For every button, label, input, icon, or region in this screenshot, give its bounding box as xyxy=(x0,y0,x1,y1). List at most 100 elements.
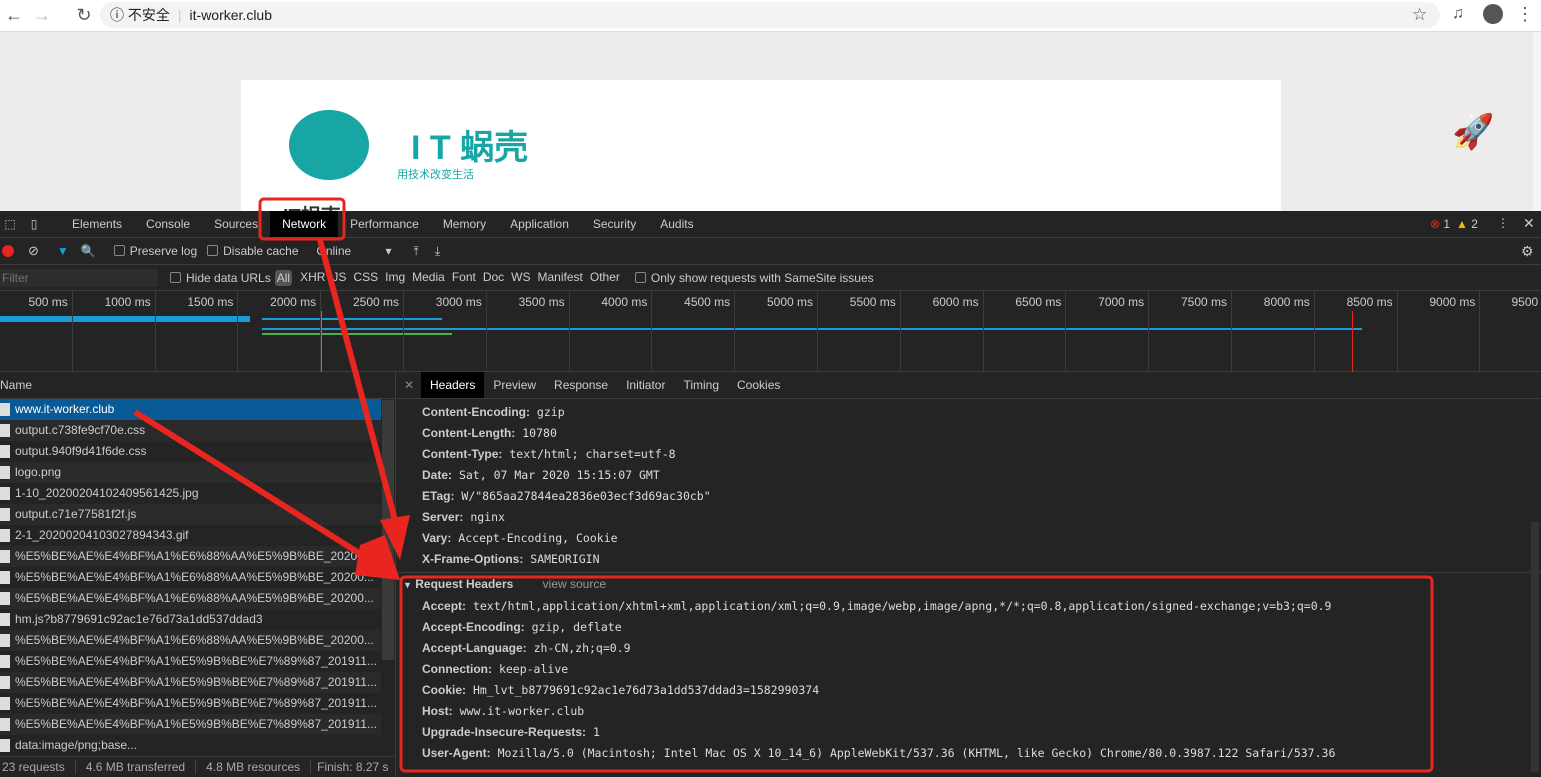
tab-network[interactable]: Network xyxy=(270,211,339,237)
import-har-icon[interactable]: ⤒ xyxy=(414,244,419,259)
request-row[interactable]: 1-10_20200204102409561425.jpg xyxy=(0,483,381,504)
detail-scrollbar[interactable] xyxy=(1531,522,1539,772)
tab-application[interactable]: Application xyxy=(498,211,581,237)
timeline-tick: 9500 xyxy=(1503,291,1541,372)
error-count[interactable]: ⊗ 1 xyxy=(1430,217,1450,231)
preserve-log-checkbox[interactable]: Preserve log xyxy=(113,244,197,258)
header-name: Upgrade-Insecure-Requests: xyxy=(422,725,587,739)
request-row[interactable]: %E5%BE%AE%E4%BF%A1%E5%9B%BE%E7%89%87_201… xyxy=(0,672,381,693)
detail-tab-headers[interactable]: Headers xyxy=(421,372,485,398)
filter-type-xhr[interactable]: XHR xyxy=(300,270,325,286)
timeline-overview[interactable]: 500 ms 1000 ms 1500 ms 2000 ms 2500 ms 3000 m… xyxy=(0,291,1541,372)
name-column-header[interactable]: Name xyxy=(0,372,395,399)
snail-logo-icon xyxy=(289,110,369,180)
filter-type-img[interactable]: Img xyxy=(385,270,405,286)
timeline-tick: 9000 ms xyxy=(1420,291,1481,372)
close-devtools-icon[interactable]: ✕ xyxy=(1523,215,1535,232)
filter-type-other[interactable]: Other xyxy=(590,270,620,286)
rocket-icon[interactable]: 🚀 xyxy=(1452,112,1494,152)
request-row[interactable]: %E5%BE%AE%E4%BF%A1%E5%9B%BE%E7%89%87_201… xyxy=(0,693,381,714)
page-scrollbar[interactable] xyxy=(1533,32,1541,211)
request-row[interactable]: %E5%BE%AE%E4%BF%A1%E5%9B%BE%E7%89%87_201… xyxy=(0,651,381,672)
filter-type-media[interactable]: Media xyxy=(412,270,445,286)
clear-icon[interactable]: ⊘ xyxy=(28,243,39,259)
tab-sources[interactable]: Sources xyxy=(202,211,270,237)
request-row[interactable]: %E5%BE%AE%E4%BF%A1%E6%88%AA%E5%9B%BE_202… xyxy=(0,588,381,609)
disable-cache-checkbox[interactable]: Disable cache xyxy=(207,244,299,258)
device-icon[interactable]: ▯ xyxy=(20,217,48,231)
filter-type-all[interactable]: All xyxy=(274,269,293,286)
timeline-tick: 3500 ms xyxy=(510,291,570,372)
header-name: Accept-Encoding: xyxy=(422,620,525,634)
detail-tab-response[interactable]: Response xyxy=(545,372,617,398)
tab-memory[interactable]: Memory xyxy=(431,211,498,237)
filter-type-ws[interactable]: WS xyxy=(511,270,530,286)
request-row[interactable]: %E5%BE%AE%E4%BF%A1%E6%88%AA%E5%9B%BE_202… xyxy=(0,630,381,651)
menu-icon[interactable]: ⋮ xyxy=(1516,4,1534,25)
record-icon[interactable] xyxy=(2,245,14,257)
detail-tab-preview[interactable]: Preview xyxy=(484,372,545,398)
tab-elements[interactable]: Elements xyxy=(60,211,134,237)
reload-icon[interactable]: ↻ xyxy=(70,5,98,26)
search-icon[interactable]: 🔍 xyxy=(81,244,96,258)
request-row[interactable]: output.c738fe9cf70e.css xyxy=(0,420,381,441)
header-row: Content-Length: 10780 xyxy=(397,423,1541,444)
page-card: I T 蜗壳 用技术改变生活 IT蜗壳 xyxy=(241,80,1281,211)
request-row[interactable]: data:image/png;base... xyxy=(0,735,381,756)
filter-type-css[interactable]: CSS xyxy=(353,270,378,286)
throttle-select[interactable]: Online ▾ xyxy=(317,244,392,258)
header-row: X-Frame-Options: SAMEORIGIN xyxy=(397,549,1541,570)
request-row[interactable]: %E5%BE%AE%E4%BF%A1%E5%9B%BE%E7%89%87_201… xyxy=(0,714,381,735)
timeline-tick: 8500 ms xyxy=(1338,291,1398,372)
request-name: 1-10_20200204102409561425.jpg xyxy=(15,486,199,500)
header-name: User-Agent: xyxy=(422,746,491,760)
request-row[interactable]: logo.png xyxy=(0,462,381,483)
filter-type-font[interactable]: Font xyxy=(452,270,476,286)
inspect-icon[interactable]: ⬚ xyxy=(0,217,20,231)
samesite-checkbox[interactable]: Only show requests with SameSite issues xyxy=(634,271,874,285)
tab-audits[interactable]: Audits xyxy=(648,211,705,237)
hide-data-urls-checkbox[interactable]: Hide data URLs xyxy=(170,271,271,285)
filter-input[interactable] xyxy=(0,268,158,287)
detail-tab-timing[interactable]: Timing xyxy=(674,372,728,398)
back-icon[interactable]: ← xyxy=(0,5,28,26)
filter-type-manifest[interactable]: Manifest xyxy=(538,270,583,286)
media-icon[interactable]: ♫ xyxy=(1452,5,1464,23)
request-name: output.940f9d41f6de.css xyxy=(15,444,147,458)
request-headers-section[interactable]: ▼ Request Headers view source xyxy=(397,572,1541,594)
timeline-tick: 5000 ms xyxy=(758,291,818,372)
list-scrollbar[interactable] xyxy=(382,400,394,660)
browser-toolbar: ← → ↻ ⓘ 不安全 | it-worker.club ☆ ♫ ⋮ xyxy=(0,0,1541,32)
tab-security[interactable]: Security xyxy=(581,211,648,237)
header-value: text/html,application/xhtml+xml,applicat… xyxy=(472,599,1332,613)
forward-icon[interactable]: → xyxy=(28,5,56,26)
filter-icon[interactable]: ▼ xyxy=(57,244,69,258)
request-row[interactable]: %E5%BE%AE%E4%BF%A1%E6%88%AA%E5%9B%BE_202… xyxy=(0,567,381,588)
filter-type-js[interactable]: JS xyxy=(332,270,346,286)
view-source-link[interactable]: view source xyxy=(543,577,606,591)
address-bar[interactable]: ⓘ 不安全 | it-worker.club xyxy=(100,2,1440,28)
request-row[interactable]: www.it-worker.club xyxy=(0,399,381,420)
request-row[interactable]: %E5%BE%AE%E4%BF%A1%E6%88%AA%E5%9B%BE_202… xyxy=(0,546,381,567)
request-row[interactable]: output.c71e77581f2f.js xyxy=(0,504,381,525)
star-icon[interactable]: ☆ xyxy=(1412,5,1427,25)
info-icon: ⓘ xyxy=(110,7,124,23)
detail-tab-cookies[interactable]: Cookies xyxy=(728,372,789,398)
request-row[interactable]: output.940f9d41f6de.css xyxy=(0,441,381,462)
request-row[interactable]: hm.js?b8779691c92ac1e76d73a1dd537ddad3 xyxy=(0,609,381,630)
filter-bar: Hide data URLs All XHR JS CSS Img Media Font Do… xyxy=(0,265,1541,291)
settings-icon[interactable]: ⚙ xyxy=(1521,243,1534,260)
detail-tab-initiator[interactable]: Initiator xyxy=(617,372,674,398)
export-har-icon[interactable]: ⤓ xyxy=(435,244,440,259)
request-name: %E5%BE%AE%E4%BF%A1%E6%88%AA%E5%9B%BE_202… xyxy=(15,591,374,605)
tab-performance[interactable]: Performance xyxy=(338,211,431,237)
timeline-tick: 1500 ms xyxy=(178,291,239,372)
close-detail-icon[interactable]: ✕ xyxy=(397,378,421,392)
request-row[interactable]: 2-1_20200204103027894343.gif xyxy=(0,525,381,546)
tab-console[interactable]: Console xyxy=(134,211,202,237)
timeline-tick: 5500 ms xyxy=(841,291,901,372)
avatar[interactable] xyxy=(1483,4,1503,24)
warning-count[interactable]: ▲ 2 xyxy=(1456,217,1478,231)
more-icon[interactable]: ⋮ xyxy=(1497,216,1509,230)
filter-type-doc[interactable]: Doc xyxy=(483,270,504,286)
